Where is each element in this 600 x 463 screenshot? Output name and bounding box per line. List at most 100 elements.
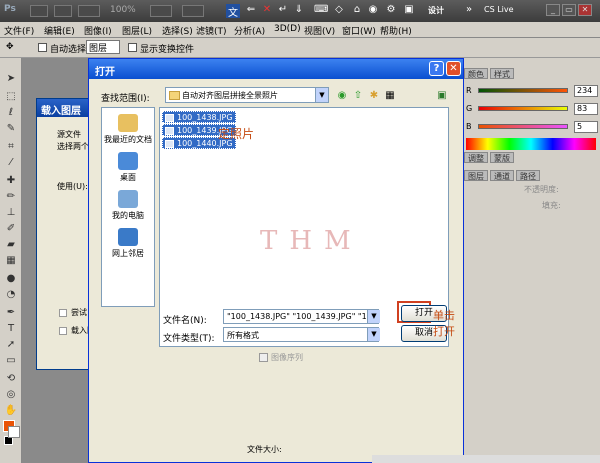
try-checkbox[interactable] bbox=[59, 309, 67, 317]
healing-brush-tool-icon[interactable]: ✚ bbox=[4, 174, 18, 188]
blue-slider[interactable] bbox=[478, 124, 568, 129]
dodge-tool-icon[interactable]: ◔ bbox=[4, 288, 18, 302]
filename-chevron-down-icon[interactable]: ▼ bbox=[367, 310, 380, 323]
eye-icon[interactable]: ◉ bbox=[366, 4, 380, 18]
filetype-chevron-down-icon[interactable]: ▼ bbox=[367, 328, 380, 341]
menu-file[interactable]: 文件(F) bbox=[4, 24, 34, 37]
red-slider[interactable] bbox=[478, 88, 568, 93]
menu-edit[interactable]: 编辑(E) bbox=[44, 24, 75, 37]
tab-adjustments[interactable]: 调整 bbox=[464, 152, 488, 163]
lasso-tool-icon[interactable]: ℓ bbox=[4, 106, 18, 120]
move-tool-icon[interactable]: ➤ bbox=[4, 72, 18, 86]
help-button[interactable]: ? bbox=[429, 61, 444, 76]
tab-styles[interactable]: 样式 bbox=[490, 68, 514, 79]
tab-paths[interactable]: 路径 bbox=[516, 170, 540, 181]
green-slider[interactable] bbox=[478, 106, 568, 111]
try-label: 尝试 bbox=[71, 308, 87, 317]
up-folder-icon[interactable]: ⇧ bbox=[351, 89, 365, 103]
open-dialog: 打开 ? ✕ 查找范围(I): 自动对齐图层拼接全景照片 ▼ ◉ ⇧ ✱ ▦ ▣… bbox=[88, 58, 464, 463]
look-in-label: 查找范围(I): bbox=[101, 94, 150, 104]
return-icon[interactable]: ↵ bbox=[276, 4, 290, 18]
back-icon[interactable]: ◉ bbox=[335, 89, 349, 103]
menu-select[interactable]: 选择(S) bbox=[162, 24, 193, 37]
addon-icon[interactable]: 文 bbox=[226, 4, 240, 19]
arrow-left-icon[interactable]: ⇐ bbox=[244, 4, 258, 18]
bridge-icon[interactable] bbox=[30, 5, 48, 17]
filetype-dropdown[interactable]: 所有格式 bbox=[223, 327, 379, 342]
quick-select-tool-icon[interactable]: ✎ bbox=[4, 122, 18, 136]
background-color-swatch[interactable] bbox=[8, 426, 20, 438]
brush-tool-icon[interactable]: ✏ bbox=[4, 190, 18, 204]
auto-select-checkbox[interactable] bbox=[38, 43, 47, 52]
tab-channels[interactable]: 通道 bbox=[490, 170, 514, 181]
menu-3d[interactable]: 3D(D) bbox=[274, 24, 301, 34]
view-extras-icon[interactable] bbox=[78, 5, 100, 17]
marquee-tool-icon[interactable]: ⬚ bbox=[4, 90, 18, 104]
cs-live-button[interactable]: CS Live bbox=[484, 5, 514, 14]
blur-tool-icon[interactable]: ● bbox=[4, 272, 18, 286]
tab-color[interactable]: 颜色 bbox=[464, 68, 488, 79]
image-sequence-checkbox[interactable] bbox=[259, 353, 268, 362]
arrow-down-icon[interactable]: ⇓ bbox=[292, 4, 306, 18]
history-brush-tool-icon[interactable]: ✐ bbox=[4, 222, 18, 236]
close-button[interactable]: ✕ bbox=[578, 4, 592, 16]
menu-window[interactable]: 窗口(W) bbox=[342, 24, 376, 37]
workspace-menu-icon[interactable]: » bbox=[462, 4, 476, 18]
move-tool-icon[interactable]: ✥ bbox=[6, 42, 14, 52]
menu-view[interactable]: 视图(V) bbox=[304, 24, 335, 37]
red-value[interactable]: 234 bbox=[574, 85, 598, 97]
home-icon[interactable]: ⌂ bbox=[350, 4, 364, 18]
menu-filter[interactable]: 滤镜(T) bbox=[196, 24, 227, 37]
screen-mode-icon[interactable] bbox=[182, 5, 204, 17]
dialog-close-button[interactable]: ✕ bbox=[446, 61, 461, 76]
shape-tool-icon[interactable]: ▭ bbox=[4, 354, 18, 368]
green-value[interactable]: 83 bbox=[574, 103, 598, 115]
info-icon[interactable]: ▣ bbox=[402, 4, 416, 18]
gradient-tool-icon[interactable]: ▦ bbox=[4, 254, 18, 268]
menu-image[interactable]: 图像(I) bbox=[84, 24, 112, 37]
place-network[interactable]: 网上邻居 bbox=[102, 228, 154, 259]
menu-layer[interactable]: 图层(L) bbox=[122, 24, 152, 37]
menu-analysis[interactable]: 分析(A) bbox=[234, 24, 265, 37]
file-item[interactable]: 100_1438.JPG bbox=[162, 111, 236, 123]
filetype-label: 文件类型(T): bbox=[163, 334, 215, 344]
mini-bridge-icon[interactable] bbox=[54, 5, 72, 17]
new-folder-icon[interactable]: ✱ bbox=[367, 89, 381, 103]
color-ramp[interactable] bbox=[466, 138, 596, 150]
path-selection-tool-icon[interactable]: ➚ bbox=[4, 338, 18, 352]
shape-icon[interactable]: ◇ bbox=[332, 4, 346, 18]
hand-tool-icon[interactable]: ✋ bbox=[4, 404, 18, 418]
tab-layers[interactable]: 图层 bbox=[464, 170, 488, 181]
blue-value[interactable]: 5 bbox=[574, 121, 598, 133]
filename-input[interactable]: "100_1438.JPG" "100_1439.JPG" "100_144 bbox=[223, 309, 379, 324]
place-my-computer[interactable]: 我的电脑 bbox=[102, 190, 154, 221]
view-menu-icon[interactable]: ▦ bbox=[383, 89, 397, 103]
preview-icon[interactable]: ▣ bbox=[435, 89, 449, 103]
workspace-design[interactable]: 设计 bbox=[428, 5, 444, 16]
restore-button[interactable]: ▭ bbox=[562, 4, 576, 16]
close-x-icon[interactable]: ✕ bbox=[260, 4, 274, 18]
arrange-documents-icon[interactable] bbox=[150, 5, 172, 17]
keyboard-icon[interactable]: ⌨ bbox=[314, 4, 328, 18]
3d-camera-tool-icon[interactable]: ◎ bbox=[4, 388, 18, 402]
eraser-tool-icon[interactable]: ▰ bbox=[4, 238, 18, 252]
load-checkbox[interactable] bbox=[59, 327, 67, 335]
minimize-button[interactable]: _ bbox=[546, 4, 560, 16]
show-transform-checkbox[interactable] bbox=[128, 43, 137, 52]
3d-rotate-tool-icon[interactable]: ⟲ bbox=[4, 372, 18, 386]
auto-select-dropdown[interactable]: 图层 bbox=[86, 40, 120, 54]
place-recent[interactable]: 我最近的文档 bbox=[102, 114, 154, 145]
crop-tool-icon[interactable]: ⌗ bbox=[4, 140, 18, 154]
tab-masks[interactable]: 蒙版 bbox=[490, 152, 514, 163]
settings-icon[interactable]: ⚙ bbox=[384, 4, 398, 18]
zoom-level[interactable]: 100% bbox=[110, 5, 136, 15]
menu-help[interactable]: 帮助(H) bbox=[380, 24, 412, 37]
place-desktop[interactable]: 桌面 bbox=[102, 152, 154, 183]
pen-tool-icon[interactable]: ✒ bbox=[4, 306, 18, 320]
blue-label: B bbox=[466, 122, 472, 131]
clone-stamp-tool-icon[interactable]: ⊥ bbox=[4, 206, 18, 220]
look-in-dropdown[interactable]: 自动对齐图层拼接全景照片 ▼ bbox=[165, 87, 329, 103]
eyedropper-tool-icon[interactable]: ⁄ bbox=[4, 156, 18, 170]
type-tool-icon[interactable]: T bbox=[4, 322, 18, 336]
chevron-down-icon[interactable]: ▼ bbox=[315, 88, 328, 102]
